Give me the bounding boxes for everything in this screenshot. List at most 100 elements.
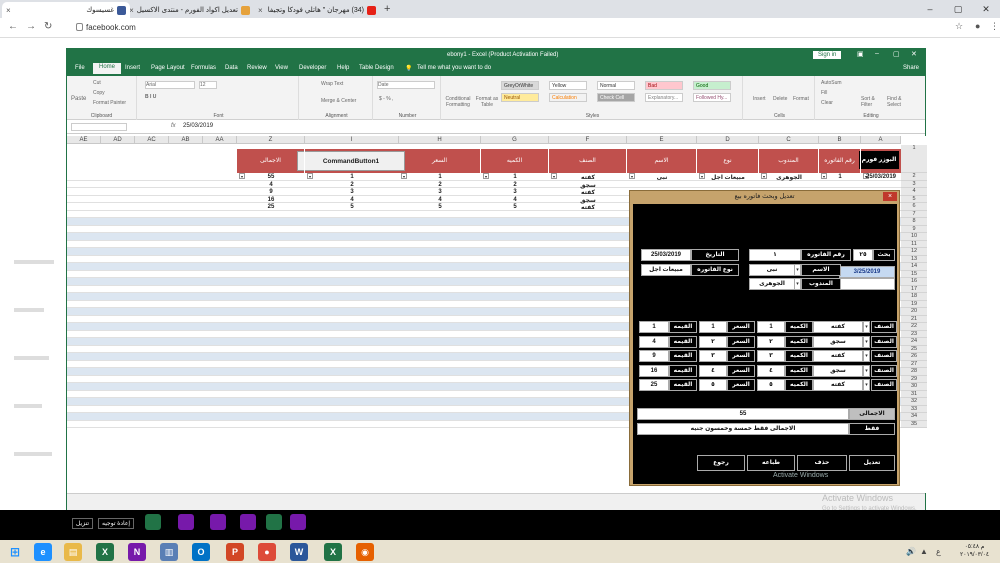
column-header-c[interactable]: C <box>759 136 819 144</box>
row-number[interactable]: 17 <box>901 285 927 293</box>
cell-e[interactable]: نبى <box>627 174 697 181</box>
row-number[interactable]: 22 <box>901 323 927 331</box>
row-number[interactable]: 32 <box>901 398 927 406</box>
conditional-formatting-button[interactable]: Conditional Formatting <box>443 96 473 108</box>
taskbar-app-icon[interactable]: ▤ <box>64 543 82 561</box>
autosum-button[interactable]: AutoSum <box>821 80 842 86</box>
maximize-icon[interactable]: ▢ <box>944 0 972 18</box>
cell-g[interactable]: 2 <box>481 182 549 188</box>
row-number[interactable]: 21 <box>901 315 927 323</box>
style-cell[interactable]: Explanatory... <box>645 93 683 102</box>
cell-f[interactable]: كفته <box>549 204 627 211</box>
column-header-ac[interactable]: AC <box>135 136 169 144</box>
back-icon[interactable]: ← <box>8 21 18 32</box>
edit-button[interactable]: تعديل <box>849 455 895 471</box>
close-tab-icon[interactable]: × <box>6 6 11 15</box>
column-header-i[interactable]: I <box>305 136 399 144</box>
row-number[interactable]: 28 <box>901 368 927 376</box>
chevron-down-icon[interactable]: ▾ <box>863 364 870 377</box>
tab-review[interactable]: Review <box>247 65 267 71</box>
style-cell[interactable]: Good <box>693 81 731 90</box>
row-number[interactable]: 4 <box>901 188 927 196</box>
row-number[interactable]: 18 <box>901 293 927 301</box>
cell-g[interactable]: 5 <box>481 204 549 210</box>
onenote-thumb-icon[interactable] <box>178 514 194 530</box>
qty-input[interactable]: ٤ <box>757 364 785 377</box>
column-header-ab[interactable]: AB <box>169 136 203 144</box>
cell-z[interactable]: 16 <box>237 197 305 203</box>
ribbon-display-icon[interactable]: ▣ <box>857 50 864 58</box>
cell-c[interactable]: الجوهرى <box>759 174 819 181</box>
tab-insert[interactable]: Insert <box>125 65 140 71</box>
search-input[interactable]: ٢٥ <box>853 249 873 261</box>
find-select-button[interactable]: Find & Select <box>887 96 913 108</box>
cell-z[interactable]: 4 <box>237 182 305 188</box>
volume-icon[interactable]: 🔊 <box>906 547 916 556</box>
currency-button[interactable]: $ - % , <box>379 96 393 102</box>
format-painter-button[interactable]: Format Painter <box>93 100 126 106</box>
chevron-down-icon[interactable]: ▾ <box>863 379 870 391</box>
item-combo[interactable]: كفته <box>813 379 863 391</box>
taskbar-app-icon[interactable]: ▥ <box>160 543 178 561</box>
taskbar-app-icon[interactable]: e <box>34 543 52 561</box>
item-combo[interactable]: سجق <box>813 335 863 348</box>
format-cells-button[interactable]: Format <box>793 96 809 102</box>
cell-g[interactable]: 1 <box>481 174 549 180</box>
cell-h[interactable]: 3 <box>399 189 481 195</box>
paste-button[interactable]: Paste <box>71 96 86 102</box>
formula-input[interactable]: 25/03/2019 <box>183 123 213 129</box>
font-size-select[interactable]: 12 <box>199 81 217 89</box>
price-input[interactable]: ٤ <box>699 364 727 377</box>
column-header-z[interactable]: Z <box>237 136 305 144</box>
style-cell[interactable]: Yellow <box>549 81 587 90</box>
qty-input[interactable]: 1 <box>757 321 785 333</box>
fill-button[interactable]: Fill <box>821 90 827 96</box>
download-button[interactable]: تنزيل <box>72 518 94 529</box>
close-icon[interactable]: ✕ <box>911 50 917 58</box>
minimize-icon[interactable]: – <box>916 0 944 18</box>
row-number[interactable]: 19 <box>901 300 927 308</box>
number-format-select[interactable]: Date <box>377 81 435 89</box>
merge-center-button[interactable]: Merge & Center <box>321 98 356 104</box>
chevron-down-icon[interactable]: ▾ <box>863 350 870 362</box>
cell-f[interactable]: كفته <box>549 189 627 196</box>
date-picker[interactable]: 3/25/2019 <box>839 266 895 278</box>
qty-input[interactable]: ٢ <box>757 335 785 348</box>
reload-icon[interactable]: ↻ <box>44 21 52 32</box>
taskbar-app-icon[interactable]: ◉ <box>356 543 374 561</box>
row-number[interactable]: 24 <box>901 338 927 346</box>
tab-data[interactable]: Data <box>225 65 238 71</box>
column-header-a[interactable]: A <box>861 136 901 144</box>
minimize-icon[interactable]: – <box>875 50 879 57</box>
row-number[interactable]: 20 <box>901 308 927 316</box>
browser-tab-forum[interactable]: تعديل اكواد الفورم - منتدى الاكسيل × <box>130 2 254 18</box>
invoice-type-input[interactable]: مبيعات اجل <box>641 264 691 276</box>
tab-formulas[interactable]: Formulas <box>191 65 216 71</box>
cell-i[interactable]: 5 <box>305 204 399 210</box>
tab-home[interactable]: Home <box>93 63 122 74</box>
close-tab-icon[interactable]: × <box>258 6 263 15</box>
cell-i[interactable]: 3 <box>305 189 399 195</box>
share-button[interactable]: Share <box>903 65 919 71</box>
price-input[interactable]: ٥ <box>699 379 727 391</box>
onenote-thumb-icon[interactable] <box>240 514 256 530</box>
row-number[interactable]: 29 <box>901 375 927 383</box>
item-combo[interactable]: سجق <box>813 364 863 377</box>
excel-thumb-icon[interactable] <box>266 514 282 530</box>
cell-g[interactable]: 4 <box>481 197 549 203</box>
taskbar-app-icon[interactable]: N <box>128 543 146 561</box>
cell-f[interactable]: سجق <box>549 182 627 189</box>
cell-h[interactable]: 2 <box>399 182 481 188</box>
rep-combo[interactable]: الجوهرى <box>749 278 795 290</box>
column-header-d[interactable]: D <box>697 136 759 144</box>
column-header-ad[interactable]: AD <box>101 136 135 144</box>
fx-icon[interactable]: fx <box>171 123 176 129</box>
row-number[interactable]: 6 <box>901 203 927 211</box>
back-button[interactable]: رجوع <box>697 455 745 471</box>
price-input[interactable]: ٢ <box>699 335 727 348</box>
taskbar-app-icon[interactable]: ● <box>258 543 276 561</box>
style-cell[interactable]: Followed Hy... <box>693 93 731 102</box>
price-input[interactable]: ٣ <box>699 350 727 362</box>
cell-g[interactable]: 3 <box>481 189 549 195</box>
cell-h[interactable]: 5 <box>399 204 481 210</box>
